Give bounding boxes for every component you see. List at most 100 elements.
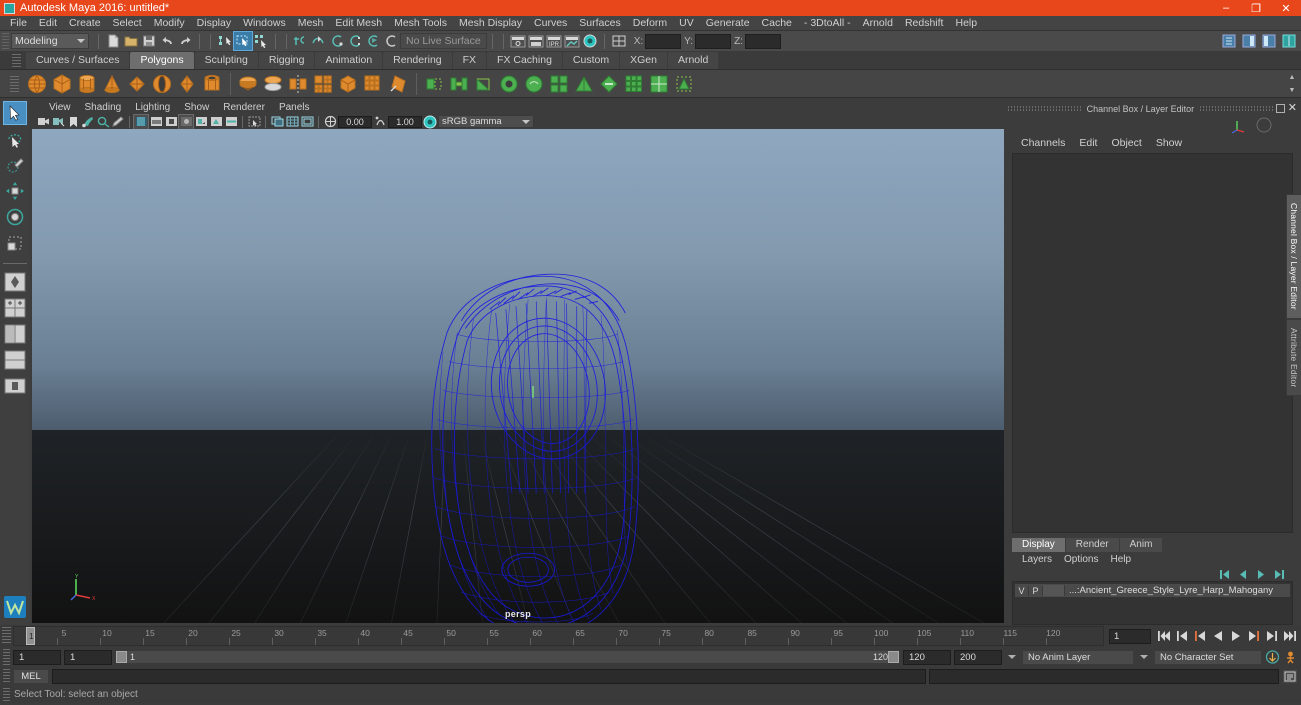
snap-projected-icon[interactable]	[346, 32, 364, 50]
poly-plane-icon[interactable]	[125, 72, 149, 96]
auto-keyframe-icon[interactable]	[1265, 650, 1280, 665]
step-back-keyframe-icon[interactable]	[1174, 629, 1189, 644]
maximize-button[interactable]: ❐	[1241, 0, 1271, 16]
animation-start-time-input[interactable]: 1	[13, 649, 61, 665]
open-scene-icon[interactable]	[122, 32, 140, 50]
gamma-input[interactable]: 1.00	[388, 115, 422, 128]
anim-layer-select[interactable]: No Anim Layer	[1022, 649, 1134, 665]
shelf-tab-0[interactable]: Curves / Surfaces	[26, 52, 130, 69]
rotate-tool[interactable]	[3, 205, 27, 229]
range-start-handle[interactable]	[116, 651, 127, 663]
select-object-icon[interactable]	[233, 31, 253, 51]
range-slider-grip[interactable]	[3, 649, 10, 665]
chevron-down-icon[interactable]	[1008, 655, 1016, 659]
menu-item-8[interactable]: Edit Mesh	[329, 16, 388, 31]
channel-box-menu-0[interactable]: Channels	[1014, 137, 1072, 149]
menu-item-9[interactable]: Mesh Tools	[388, 16, 453, 31]
shaded-textured-icon[interactable]	[164, 115, 178, 129]
right-dock-tab-0[interactable]: Channel Box / Layer Editor	[1286, 194, 1301, 319]
poly-bevel-icon[interactable]	[386, 72, 410, 96]
channel-box-content[interactable]	[1012, 153, 1293, 533]
command-line-grip[interactable]	[3, 669, 10, 684]
menu-set-selector[interactable]: Modeling	[11, 33, 89, 49]
viewport-menu-4[interactable]: Renderer	[216, 102, 272, 113]
time-slider-grip[interactable]	[2, 627, 11, 645]
poly-sphere-icon[interactable]	[25, 72, 49, 96]
poly-smooth-icon[interactable]	[311, 72, 335, 96]
viewport-menu-2[interactable]: Lighting	[128, 102, 177, 113]
poly-combine-icon[interactable]	[236, 72, 260, 96]
go-to-start-icon[interactable]	[1156, 629, 1171, 644]
play-forwards-icon[interactable]	[1228, 629, 1243, 644]
shelf-tab-6[interactable]: FX	[452, 52, 487, 69]
poly-quadrangulate-icon[interactable]	[547, 72, 571, 96]
show-hide-tool-settings-icon[interactable]	[1260, 32, 1278, 50]
menu-item-18[interactable]: Arnold	[857, 16, 899, 31]
perspective-viewport[interactable]: Y X persp	[32, 129, 1004, 623]
minimize-button[interactable]: –	[1211, 0, 1241, 16]
menu-item-6[interactable]: Windows	[237, 16, 292, 31]
motion-blur-icon[interactable]	[224, 115, 238, 129]
snap-view-plane-icon[interactable]	[364, 32, 382, 50]
menu-item-13[interactable]: Deform	[627, 16, 673, 31]
render-settings-icon[interactable]	[563, 32, 581, 50]
ipr-render-icon[interactable]: IPR	[545, 32, 563, 50]
show-hide-channel-box-icon[interactable]	[1280, 32, 1298, 50]
show-hide-attribute-editor-icon[interactable]	[1240, 32, 1258, 50]
viewport-menu-5[interactable]: Panels	[272, 102, 317, 113]
two-pane-stacked-layout[interactable]	[3, 348, 27, 372]
menu-item-19[interactable]: Redshift	[899, 16, 950, 31]
uv-planar-icon[interactable]	[647, 72, 671, 96]
panel-drag-handle[interactable]	[1008, 105, 1081, 112]
two-pane-side-layout[interactable]	[3, 322, 27, 346]
live-surface-field[interactable]: No Live Surface	[400, 33, 487, 49]
panel-close-icon[interactable]: ✕	[1288, 103, 1297, 114]
shelf-grip[interactable]	[12, 53, 21, 68]
coord-y-input[interactable]	[695, 33, 732, 49]
select-tool[interactable]	[3, 101, 27, 125]
layer-tab-2[interactable]: Anim	[1119, 538, 1163, 552]
menu-item-3[interactable]: Select	[107, 16, 148, 31]
image-plane-icon[interactable]	[81, 115, 95, 129]
poly-mirror-icon[interactable]	[286, 72, 310, 96]
toggle-editors-icon[interactable]	[610, 32, 628, 50]
scale-tool[interactable]	[3, 231, 27, 255]
poly-sculpt-icon[interactable]	[522, 72, 546, 96]
color-management-icon[interactable]	[423, 115, 437, 129]
select-hierarchy-icon[interactable]	[216, 32, 234, 50]
shelf-tab-4[interactable]: Animation	[315, 52, 383, 69]
poly-booleans-icon[interactable]	[261, 72, 285, 96]
panel-drag-handle-right[interactable]	[1200, 105, 1273, 112]
layer-color-swatch[interactable]	[1043, 585, 1065, 596]
go-to-end-icon[interactable]	[1282, 629, 1297, 644]
chevron-down-icon-2[interactable]	[1140, 655, 1148, 659]
poly-torus-icon[interactable]	[150, 72, 174, 96]
redo-icon[interactable]	[176, 32, 194, 50]
shelf-tab-3[interactable]: Rigging	[258, 52, 315, 69]
viewport-menu-1[interactable]: Shading	[78, 102, 129, 113]
shelf-tab-2[interactable]: Sculpting	[194, 52, 258, 69]
uv-editor-icon[interactable]	[622, 72, 646, 96]
poly-triangulate-icon[interactable]	[572, 72, 596, 96]
shadows-icon[interactable]	[194, 115, 208, 129]
four-view-layout[interactable]	[3, 296, 27, 320]
select-component-icon[interactable]	[252, 32, 270, 50]
smooth-shade-icon[interactable]	[149, 115, 163, 129]
menu-item-4[interactable]: Modify	[148, 16, 191, 31]
layer-tab-0[interactable]: Display	[1012, 538, 1065, 552]
menu-item-11[interactable]: Curves	[528, 16, 573, 31]
command-language-button[interactable]: MEL	[13, 669, 49, 684]
lasso-select-tool[interactable]	[3, 127, 27, 151]
menu-item-5[interactable]: Display	[191, 16, 237, 31]
step-back-frame-icon[interactable]	[1192, 629, 1207, 644]
shelf-tab-9[interactable]: XGen	[620, 52, 667, 69]
select-camera-icon[interactable]	[36, 115, 50, 129]
playback-end-time-input[interactable]: 120	[903, 649, 951, 665]
poly-fill-hole-icon[interactable]	[497, 72, 521, 96]
film-gate-icon[interactable]	[300, 115, 314, 129]
shelf-tab-7[interactable]: FX Caching	[487, 52, 562, 69]
current-frame-input[interactable]: 1	[1109, 628, 1151, 644]
play-backwards-icon[interactable]	[1210, 629, 1225, 644]
poly-pipe-icon[interactable]	[200, 72, 224, 96]
poly-prism-icon[interactable]	[175, 72, 199, 96]
